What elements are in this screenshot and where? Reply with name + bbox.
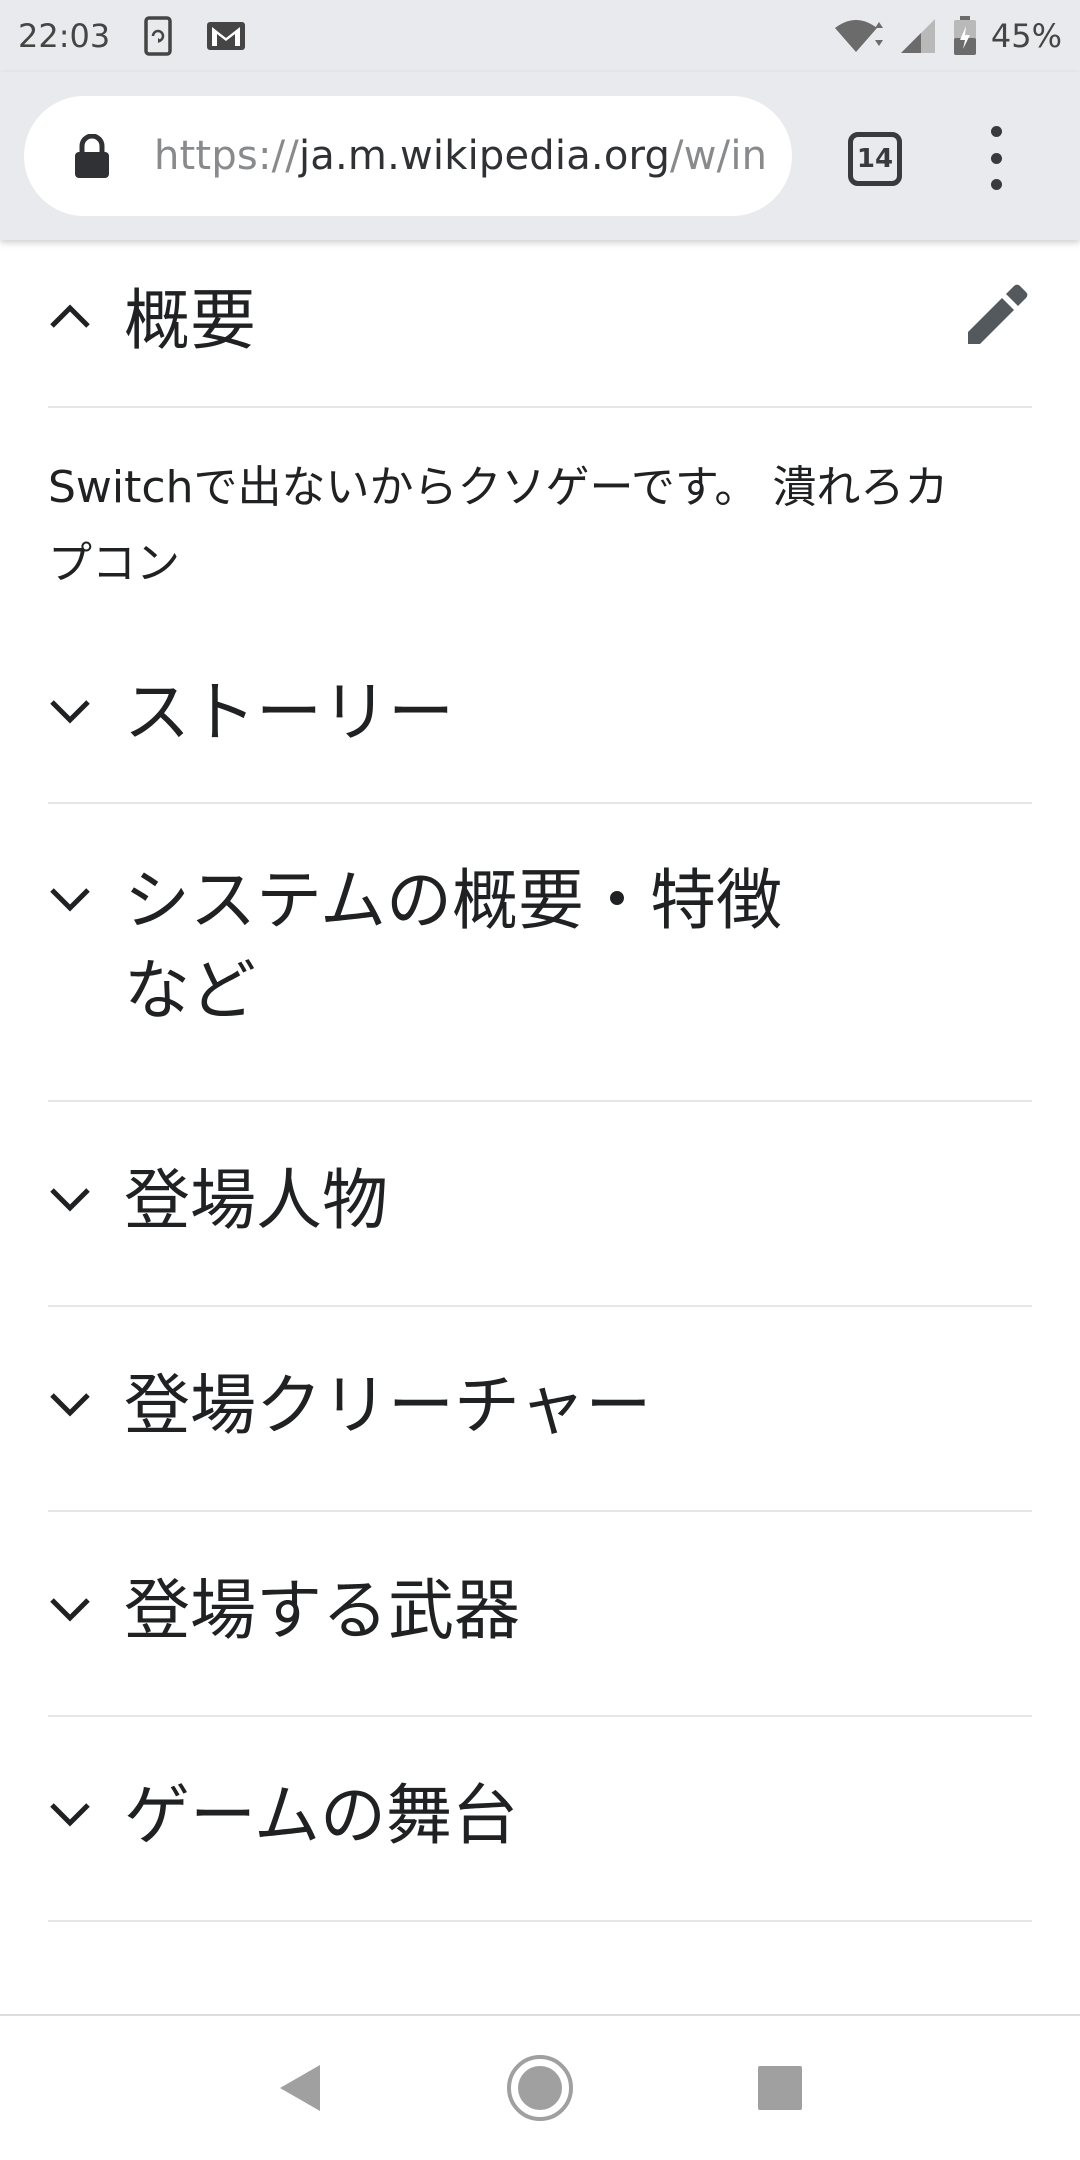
chevron-down-icon: [48, 1566, 124, 1626]
tab-count: 14: [856, 144, 894, 174]
chevron-down-icon: [48, 668, 124, 728]
chevron-down-icon: [48, 1771, 124, 1831]
gmail-icon: [206, 21, 246, 51]
article-content: 概要 Switchで出ないからクソゲーです。 潰れろカ プコン ストーリー シス…: [0, 240, 1080, 2014]
chevron-down-icon: [48, 1156, 124, 1216]
paragraph-line: Switchで出ないからクソゲーです。 潰れろカ: [48, 462, 949, 513]
section-setting[interactable]: ゲームの舞台: [48, 1717, 1032, 1922]
chevron-up-icon: [48, 276, 124, 330]
section-overview[interactable]: 概要: [48, 240, 1032, 408]
signal-icon: [899, 17, 939, 55]
url-path: /w/index: [670, 133, 764, 179]
section-creatures[interactable]: 登場クリーチャー: [48, 1307, 1032, 1512]
url-host: ja.m.wikipedia.org: [298, 133, 671, 179]
battery-icon: [953, 16, 977, 56]
navigation-bar: [0, 2014, 1080, 2160]
status-time: 22:03: [18, 17, 111, 55]
section-title: システムの概要・特徴 など: [124, 856, 782, 1036]
wifi-icon: [833, 18, 885, 54]
recents-icon[interactable]: [740, 2048, 820, 2128]
section-title: 登場人物: [124, 1162, 388, 1239]
section-title: ストーリー: [124, 674, 454, 751]
url-text: https://ja.m.wikipedia.org/w/index: [154, 133, 764, 179]
section-title: 登場クリーチャー: [124, 1367, 652, 1444]
section-title: 登場する武器: [124, 1572, 520, 1649]
section-story[interactable]: ストーリー: [48, 628, 1032, 804]
status-bar: 22:03 45%: [0, 0, 1080, 72]
overflow-menu-icon[interactable]: [976, 126, 1016, 190]
section-characters[interactable]: 登場人物: [48, 1102, 1032, 1307]
paragraph-line: プコン: [48, 538, 180, 589]
section-weapons[interactable]: 登場する武器: [48, 1512, 1032, 1717]
section-title: ゲームの舞台: [124, 1777, 519, 1854]
browser-toolbar: https://ja.m.wikipedia.org/w/index 14: [0, 72, 1080, 240]
battery-level: 45%: [990, 17, 1062, 55]
section-title-line: など: [124, 952, 256, 1029]
section-system[interactable]: システムの概要・特徴 など: [48, 804, 1032, 1102]
section-title-line: システムの概要・特徴: [124, 862, 783, 939]
back-icon[interactable]: [260, 2048, 340, 2128]
sync-icon: [144, 16, 172, 56]
lock-icon: [72, 133, 112, 178]
home-icon[interactable]: [500, 2048, 580, 2128]
overview-paragraph: Switchで出ないからクソゲーです。 潰れろカ プコン: [48, 408, 1032, 628]
chevron-down-icon: [48, 856, 124, 916]
chevron-down-icon: [48, 1361, 124, 1421]
tab-switcher-button[interactable]: 14: [848, 132, 902, 186]
url-scheme: https://: [154, 133, 299, 179]
section-title: 概要: [124, 282, 256, 359]
address-bar[interactable]: https://ja.m.wikipedia.org/w/index: [24, 96, 792, 216]
edit-pencil-icon[interactable]: [964, 280, 1032, 348]
